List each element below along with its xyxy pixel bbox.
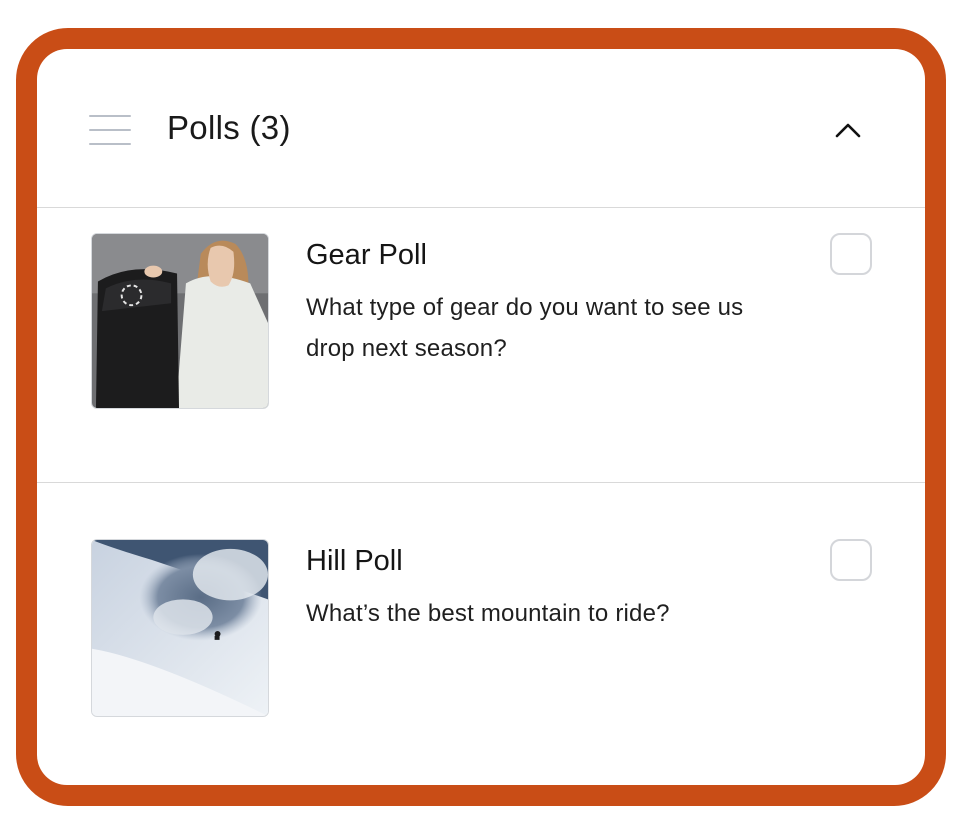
- poll-select-checkbox[interactable]: [830, 233, 872, 275]
- poll-question: What type of gear do you want to see us …: [306, 294, 744, 362]
- polls-header: Polls (3): [37, 49, 925, 208]
- poll-question: What’s the best mountain to ride?: [306, 600, 670, 627]
- poll-item-hill[interactable]: Hill Poll What’s the best mountain to ri…: [37, 483, 925, 783]
- polls-card: Polls (3) Gear Poll What type of gear do…: [37, 49, 925, 785]
- hamburger-menu-icon[interactable]: [89, 115, 131, 145]
- poll-title: Gear Poll: [306, 239, 427, 271]
- poll-thumbnail-hill: [91, 539, 269, 717]
- polls-panel-frame: Polls (3) Gear Poll What type of gear do…: [16, 28, 946, 806]
- poll-item-gear[interactable]: Gear Poll What type of gear do you want …: [37, 207, 925, 483]
- poll-title: Hill Poll: [306, 545, 403, 577]
- chevron-up-icon[interactable]: [833, 115, 863, 145]
- poll-thumbnail-gear: [91, 233, 269, 409]
- page-title: Polls (3): [167, 109, 291, 146]
- poll-select-checkbox[interactable]: [830, 539, 872, 581]
